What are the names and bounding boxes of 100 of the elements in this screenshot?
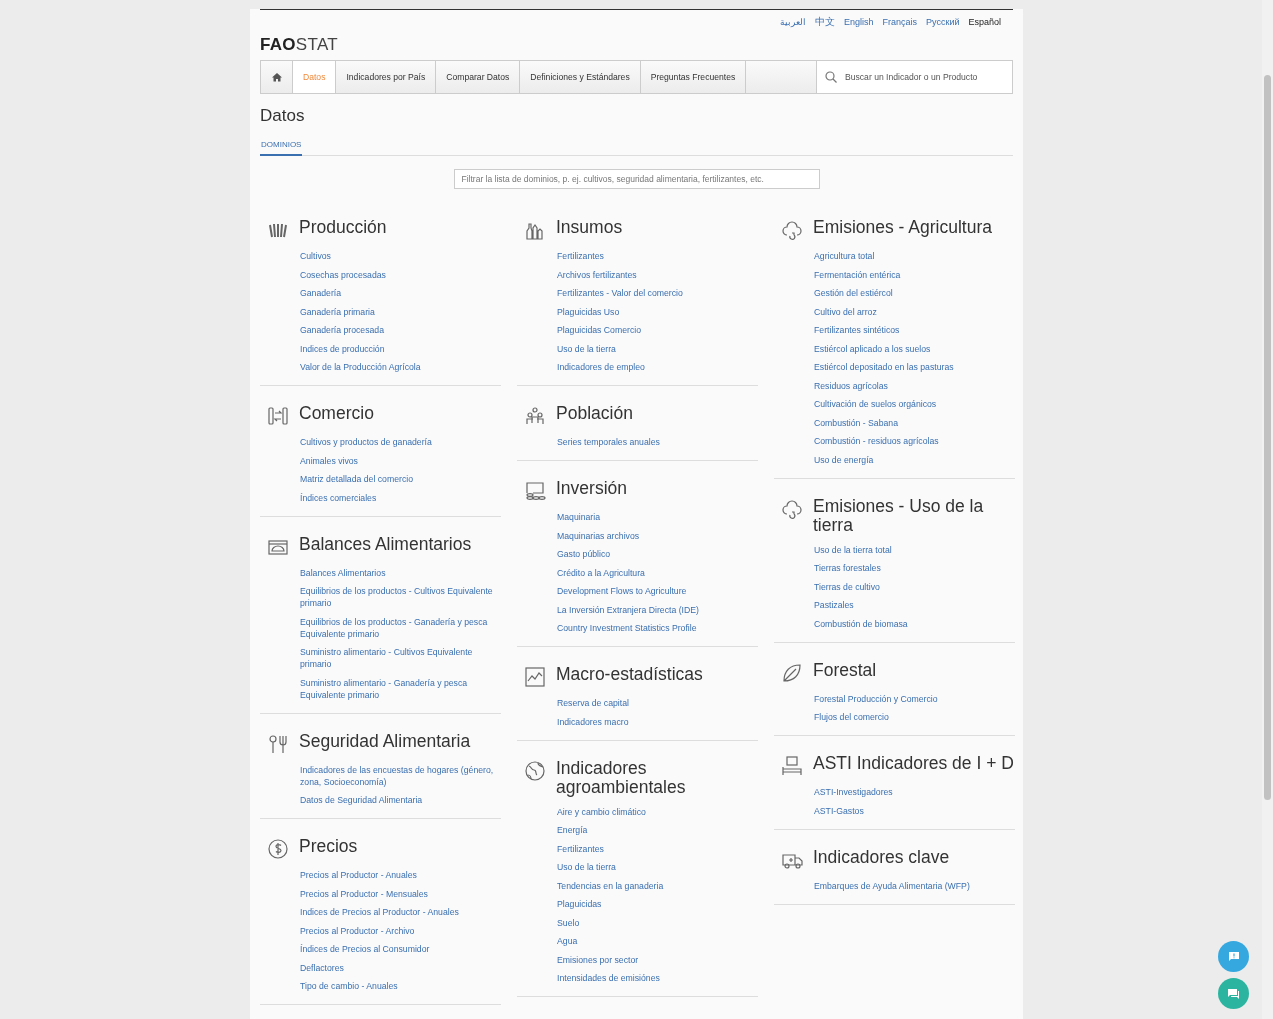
domain-link[interactable]: Plaguicidas bbox=[557, 898, 752, 910]
domain-link[interactable]: Valor de la Producción Agrícola bbox=[300, 361, 495, 373]
domain-link[interactable]: Combustión - residuos agrícolas bbox=[814, 435, 1009, 447]
language-link[interactable]: العربية bbox=[780, 17, 806, 27]
scrollbar[interactable] bbox=[1262, 0, 1273, 1019]
domain-link[interactable]: Development Flows to Agriculture bbox=[557, 585, 752, 597]
language-link[interactable]: English bbox=[844, 17, 874, 27]
domain-link[interactable]: Plaguicidas Comercio bbox=[557, 324, 752, 336]
dollar-icon bbox=[267, 838, 289, 860]
domain-link[interactable]: Precios al Productor - Mensuales bbox=[300, 887, 495, 900]
domain-link[interactable]: Emisiones por sector bbox=[557, 953, 752, 966]
domain-link[interactable]: ASTI-Gastos bbox=[814, 804, 1009, 817]
nav-tab[interactable]: Preguntas Frecuentes bbox=[640, 61, 747, 93]
domain-link[interactable]: Balances Alimentarios bbox=[300, 566, 495, 579]
domain-link[interactable]: Índices de Precios al Consumidor bbox=[300, 943, 495, 955]
domain-link[interactable]: Suministro alimentario - Ganadería y pesca Equivalente primario bbox=[300, 676, 495, 701]
domain-link[interactable]: Cosechas procesadas bbox=[300, 268, 495, 281]
scrollbar-thumb[interactable] bbox=[1264, 75, 1271, 800]
language-link[interactable]: Español bbox=[968, 17, 1001, 27]
domain-link[interactable]: Forestal Producción y Comercio bbox=[814, 692, 1009, 705]
domain-link[interactable]: Cultivación de suelos orgánicos bbox=[814, 398, 1009, 410]
domain-link[interactable]: Residuos agrícolas bbox=[814, 379, 1009, 392]
home-button[interactable] bbox=[261, 61, 293, 93]
domain-link[interactable]: Tierras forestales bbox=[814, 562, 1009, 574]
domain-link[interactable]: Aire y cambio climático bbox=[557, 805, 752, 818]
domain-link[interactable]: Agricultura total bbox=[814, 250, 1009, 262]
language-link[interactable]: Français bbox=[882, 17, 918, 27]
domain-link[interactable]: Fertilizantes - Valor del comercio bbox=[557, 287, 752, 299]
domain-link[interactable]: Uso de la tierra bbox=[557, 342, 752, 355]
domain-link[interactable]: Tendencias en la ganaderia bbox=[557, 879, 752, 892]
logo[interactable]: FAOSTAT bbox=[260, 35, 1013, 55]
domain-heading: Macro-estadísticas bbox=[556, 665, 703, 684]
domain-link[interactable]: La Inversión Extranjera Directa (IDE) bbox=[557, 603, 752, 616]
cloud-icon bbox=[781, 219, 803, 241]
domain-link[interactable]: Reserva de capital bbox=[557, 697, 752, 709]
domain-link[interactable]: Precios al Productor - Anuales bbox=[300, 869, 495, 881]
domain-link[interactable]: Embarques de Ayuda Alimentaria (WFP) bbox=[814, 879, 1009, 892]
domain-link[interactable]: Energía bbox=[557, 824, 752, 836]
nav-tab[interactable]: Definiciones y Estándares bbox=[520, 61, 641, 93]
domain-link[interactable]: Ganadería bbox=[300, 287, 495, 299]
domain-link[interactable]: Combustión - Sabana bbox=[814, 416, 1009, 429]
domain-link[interactable]: Fertilizantes bbox=[557, 842, 752, 855]
domain-link[interactable]: Uso de energía bbox=[814, 453, 1009, 466]
filter-field[interactable]: Filtrar la lista de dominios, p. ej. cultivos, seguridad alimentaria, fertilizantes, etc. bbox=[453, 169, 820, 189]
domain-link[interactable]: Pastizales bbox=[814, 599, 1009, 611]
domain-link[interactable]: Equilibrios de los productos - Ganadería y pesca Equivalente primario bbox=[300, 615, 495, 640]
domain-link[interactable]: Precios al Productor - Archivo bbox=[300, 924, 495, 937]
domain-link[interactable]: Suelo bbox=[557, 916, 752, 929]
domain-link[interactable]: Estiércol aplicado a los suelos bbox=[814, 342, 1009, 355]
domain-link[interactable]: Gestión del estiércol bbox=[814, 287, 1009, 299]
domain-link[interactable]: Flujos del comercio bbox=[814, 711, 1009, 723]
domain-link[interactable]: Archivos fertilizantes bbox=[557, 268, 752, 281]
domain-link[interactable]: Gasto público bbox=[557, 548, 752, 560]
domain-link[interactable]: Equilibrios de los productos - Cultivos Equivalente primario bbox=[300, 585, 495, 609]
domain-link[interactable]: Animales vivos bbox=[300, 454, 495, 467]
domain-link[interactable]: Tipo de cambio - Anuales bbox=[300, 980, 495, 992]
domain-link[interactable]: Cultivos bbox=[300, 250, 495, 262]
domain-link[interactable]: Fertilizantes bbox=[557, 250, 752, 262]
domain-link[interactable]: Cultivo del arroz bbox=[814, 305, 1009, 318]
domain-link[interactable]: Ganadería procesada bbox=[300, 324, 495, 336]
domain-link[interactable]: Country Investment Statistics Profile bbox=[557, 622, 752, 634]
domain-link[interactable]: Matriz detallada del comercio bbox=[300, 473, 495, 485]
domain-link[interactable]: Maquinarias archivos bbox=[557, 529, 752, 542]
feedback-button[interactable] bbox=[1218, 941, 1249, 972]
nav-tab[interactable]: Indicadores por País bbox=[336, 61, 437, 93]
domain-link[interactable]: Agua bbox=[557, 935, 752, 947]
domain-link[interactable]: Estiércol depositado en las pasturas bbox=[814, 361, 1009, 373]
domain-link[interactable]: Fermentación entérica bbox=[814, 268, 1009, 281]
domain-link[interactable]: Maquinaria bbox=[557, 511, 752, 523]
nav-tab[interactable]: Comparar Datos bbox=[436, 61, 521, 93]
domain-link[interactable]: Intensidades de emisiónes bbox=[557, 972, 752, 984]
language-link[interactable]: 中文 bbox=[815, 15, 835, 29]
chat-button[interactable] bbox=[1218, 978, 1249, 1009]
domain-link[interactable]: Tierras de cultivo bbox=[814, 580, 1009, 593]
domain-link[interactable]: Indicadores de empleo bbox=[557, 361, 752, 373]
domain-link[interactable]: Plaguicidas Uso bbox=[557, 305, 752, 318]
domain-link[interactable]: Indicadores macro bbox=[557, 715, 752, 728]
domain-heading: Inversión bbox=[556, 479, 627, 498]
language-link[interactable]: Русский bbox=[926, 17, 960, 27]
domain-link[interactable]: Uso de la tierra bbox=[557, 861, 752, 873]
domain-link[interactable]: Deflactores bbox=[300, 961, 495, 974]
domain-link[interactable]: Fertilizantes sintéticos bbox=[814, 324, 1009, 336]
domain-link[interactable]: Uso de la tierra total bbox=[814, 543, 1009, 556]
domain-link[interactable]: Indices de Precios al Productor - Anuales bbox=[300, 906, 495, 918]
domain-link[interactable]: Crédito a la Agricultura bbox=[557, 566, 752, 579]
domain-link[interactable]: ASTI-Investigadores bbox=[814, 786, 1009, 798]
line-chart-icon bbox=[524, 666, 546, 688]
search-field[interactable]: Buscar un Indicador o un Producto bbox=[817, 61, 1012, 93]
domain-link[interactable]: Indicadores de las encuestas de hogares (género, zona, Socioeconomía) bbox=[300, 763, 495, 788]
domain-link[interactable]: Índices comerciales bbox=[300, 491, 495, 504]
domain-link[interactable]: Series temporales anuales bbox=[557, 436, 752, 448]
domain-heading: Insumos bbox=[556, 218, 623, 237]
domain-link[interactable]: Ganadería primaria bbox=[300, 305, 495, 318]
domain-link[interactable]: Datos de Seguridad Alimentaria bbox=[300, 794, 495, 806]
page-title: Datos bbox=[260, 106, 306, 126]
domain-link[interactable]: Indices de producción bbox=[300, 342, 495, 355]
tab[interactable]: DOMINIOS bbox=[260, 136, 303, 156]
domain-link[interactable]: Combustión de biomasa bbox=[814, 617, 1009, 630]
domain-link[interactable]: Cultivos y productos de ganadería bbox=[300, 436, 495, 448]
domain-link[interactable]: Suministro alimentario - Cultivos Equivalente primario bbox=[300, 646, 495, 670]
